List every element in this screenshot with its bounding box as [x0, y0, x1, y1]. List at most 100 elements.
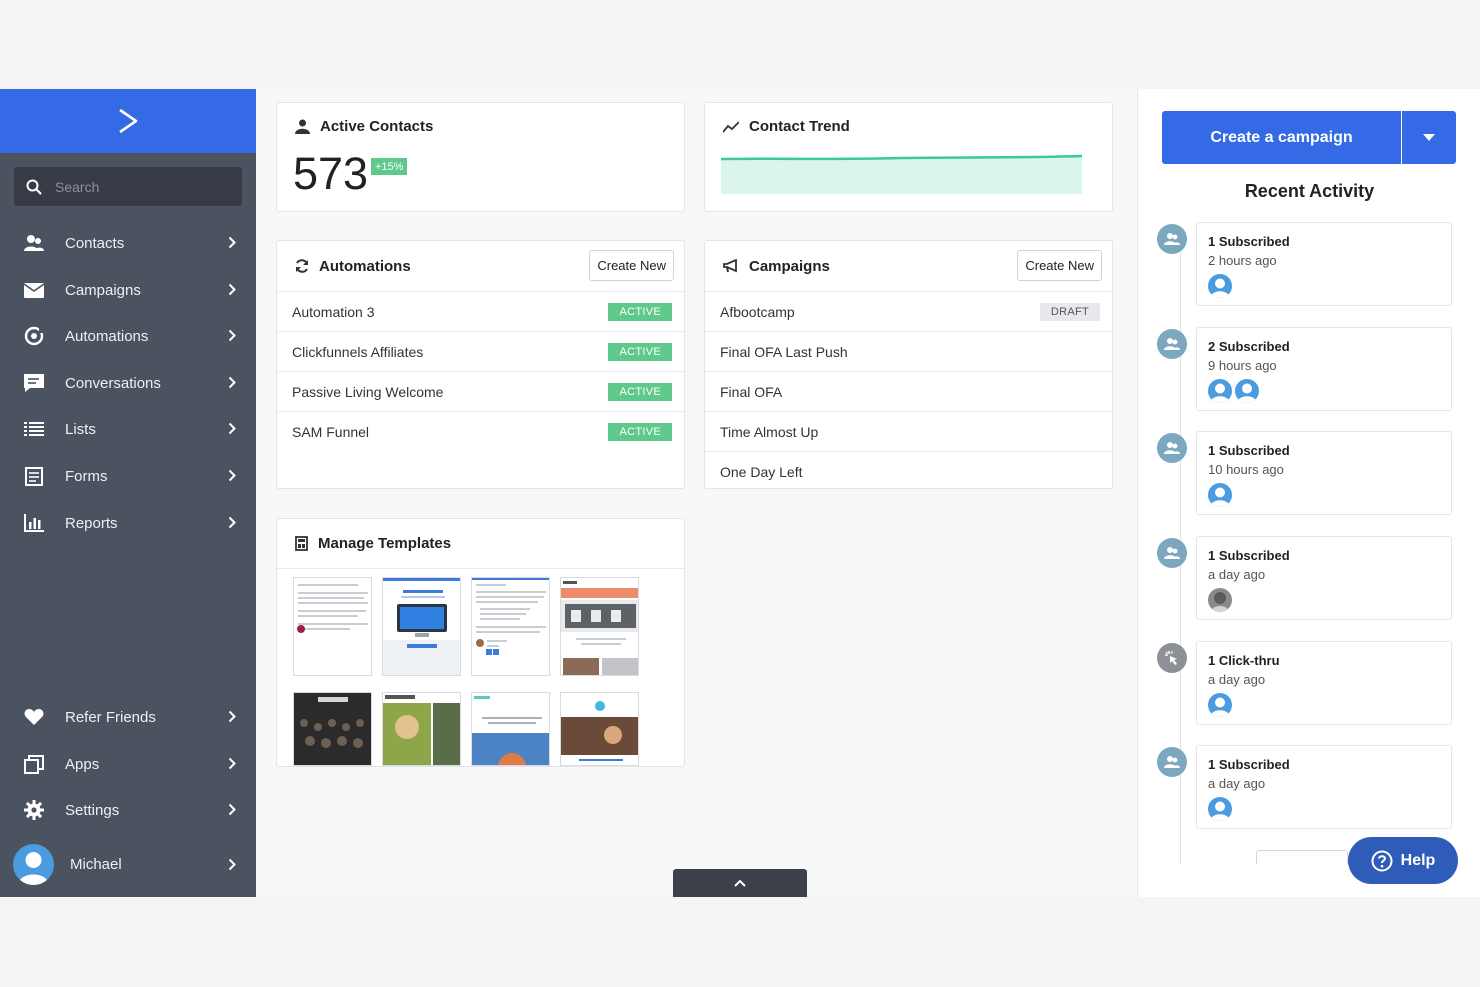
load-more-stub[interactable]: [1256, 850, 1348, 864]
sidebar-item-settings[interactable]: Settings: [0, 790, 256, 830]
search-box[interactable]: [14, 167, 242, 206]
sidebar-item-label: Apps: [65, 755, 100, 773]
automation-name: Passive Living Welcome: [292, 383, 444, 400]
sidebar-item-label: Reports: [65, 514, 118, 532]
activity-title: 1 Subscribed: [1208, 548, 1290, 563]
template-thumbnail[interactable]: [560, 692, 639, 766]
help-button[interactable]: Help: [1348, 837, 1458, 884]
status-badge: DRAFT: [1039, 303, 1100, 321]
table-row[interactable]: Time Almost Up: [705, 411, 1112, 451]
avatar[interactable]: [1208, 379, 1232, 403]
automations-card: Automations Create New Automation 3 ACTIV…: [276, 240, 685, 489]
create-campaign-main-button[interactable]: Create a campaign: [1162, 111, 1401, 164]
refresh-icon: [296, 259, 308, 273]
activity-time: a day ago: [1208, 567, 1266, 582]
sidebar-item-forms[interactable]: Forms: [0, 456, 256, 496]
template-thumbnail[interactable]: [560, 577, 639, 676]
avatar[interactable]: [1208, 588, 1232, 612]
chevron-right-icon: [228, 516, 236, 529]
activity-title: 1 Subscribed: [1208, 443, 1290, 458]
template-icon: [295, 536, 308, 551]
right-panel: Create a campaign Recent Activity 1 Subs…: [1137, 89, 1480, 897]
table-row[interactable]: Afbootcamp DRAFT: [705, 291, 1112, 331]
sidebar-item-label: Campaigns: [65, 281, 141, 299]
avatar[interactable]: [1235, 379, 1259, 403]
scroll-to-top-button[interactable]: [673, 869, 807, 897]
table-row[interactable]: One Day Left: [705, 451, 1112, 491]
avatar[interactable]: [1208, 483, 1232, 507]
contact-count: 573: [293, 148, 369, 199]
template-thumbnail[interactable]: [471, 692, 550, 766]
sidebar-item-campaigns[interactable]: Campaigns: [0, 270, 256, 310]
list-icon: [23, 418, 45, 440]
table-row[interactable]: Final OFA Last Push: [705, 331, 1112, 371]
contact-trend-card: Contact Trend: [704, 102, 1113, 212]
activity-item[interactable]: 1 Subscribed a day ago: [1196, 536, 1452, 620]
create-campaign-button[interactable]: Create New: [1017, 250, 1102, 281]
template-thumbnail[interactable]: [382, 577, 461, 676]
avatar[interactable]: [1208, 274, 1232, 298]
chevron-right-icon: [228, 283, 236, 296]
bar-chart-icon: [23, 512, 45, 534]
question-circle-icon: [1371, 850, 1393, 871]
card-title: Active Contacts: [320, 118, 434, 135]
table-row[interactable]: Automation 3 ACTIVE: [277, 291, 684, 331]
activity-title: 1 Subscribed: [1208, 234, 1290, 249]
table-row[interactable]: Clickfunnels Affiliates ACTIVE: [277, 331, 684, 371]
table-row[interactable]: SAM Funnel ACTIVE: [277, 411, 684, 451]
subscribe-icon: [1157, 538, 1187, 568]
avatar[interactable]: [1208, 797, 1232, 821]
template-thumbnail[interactable]: [382, 692, 461, 766]
avatar[interactable]: [1208, 693, 1232, 717]
chevron-right-icon: [228, 710, 236, 723]
brand-logo[interactable]: [0, 89, 256, 153]
template-thumbnail[interactable]: [471, 577, 550, 676]
gear-icon: [23, 799, 45, 821]
sidebar-item-label: Lists: [65, 420, 96, 438]
activity-item[interactable]: 1 Subscribed 2 hours ago: [1196, 222, 1452, 306]
sidebar-item-automations[interactable]: Automations: [0, 316, 256, 356]
search-input[interactable]: [55, 178, 225, 195]
activity-item[interactable]: 1 Subscribed a day ago: [1196, 745, 1452, 829]
chevron-right-icon: [228, 469, 236, 482]
sidebar-item-contacts[interactable]: Contacts: [0, 223, 256, 263]
create-campaign-dropdown[interactable]: [1402, 111, 1456, 164]
caret-down-icon: [1423, 134, 1435, 141]
card-title: Contact Trend: [749, 118, 850, 135]
user-icon: [295, 119, 310, 134]
sidebar-item-label: Automations: [65, 327, 149, 345]
avatar: [13, 843, 54, 885]
sidebar-item-reports[interactable]: Reports: [0, 503, 256, 543]
activity-time: a day ago: [1208, 672, 1266, 687]
user-menu[interactable]: Michael: [0, 841, 256, 887]
activity-item[interactable]: 1 Click-thru a day ago: [1196, 641, 1452, 725]
sidebar-item-apps[interactable]: Apps: [0, 744, 256, 784]
sidebar-item-refer-friends[interactable]: Refer Friends: [0, 697, 256, 737]
campaign-name: Final OFA: [720, 383, 783, 400]
template-thumbnail[interactable]: [293, 692, 372, 766]
table-row[interactable]: Final OFA: [705, 371, 1112, 411]
sidebar-item-conversations[interactable]: Conversations: [0, 363, 256, 403]
subscribe-icon: [1157, 329, 1187, 359]
chevron-right-icon: [228, 422, 236, 435]
chevron-right-icon: [228, 236, 236, 249]
activity-title: 1 Subscribed: [1208, 757, 1290, 772]
table-row[interactable]: Passive Living Welcome ACTIVE: [277, 371, 684, 411]
megaphone-icon: [723, 259, 737, 273]
chat-icon: [23, 372, 45, 394]
recent-activity-title: Recent Activity: [1244, 181, 1375, 201]
create-automation-button[interactable]: Create New: [589, 250, 674, 281]
sidebar-item-lists[interactable]: Lists: [0, 409, 256, 449]
active-contacts-card: Active Contacts 573 +15%: [276, 102, 685, 212]
template-thumbnail[interactable]: [293, 577, 372, 676]
activity-title: 2 Subscribed: [1208, 339, 1290, 354]
activity-item[interactable]: 1 Subscribed 10 hours ago: [1196, 431, 1452, 515]
status-badge: ACTIVE: [608, 423, 672, 441]
status-badge: ACTIVE: [608, 383, 672, 401]
sidebar-item-label: Refer Friends: [65, 708, 156, 726]
activity-item[interactable]: 2 Subscribed 9 hours ago: [1196, 327, 1452, 411]
automation-name: Clickfunnels Affiliates: [292, 343, 424, 360]
subscribe-icon: [1157, 747, 1187, 777]
sidebar-item-label: Conversations: [65, 374, 161, 392]
user-name: Michael: [70, 855, 122, 873]
